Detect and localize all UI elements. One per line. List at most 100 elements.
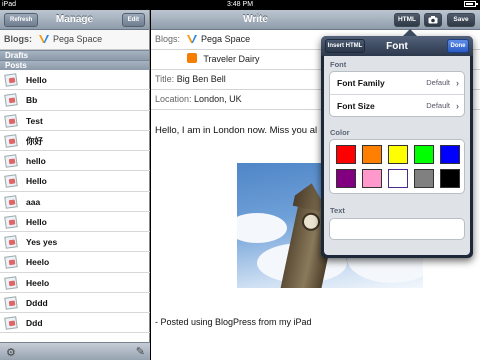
title-label: Title: [155, 74, 175, 84]
post-title: Test [26, 115, 43, 126]
post-title: Ddd [26, 318, 43, 328]
font-popover: Insert HTML Font Done Font Font Family D… [321, 29, 473, 258]
list-item[interactable]: Heelo [0, 252, 150, 273]
clock: 3:48 PM [226, 1, 254, 8]
gear-icon[interactable]: ⚙ [6, 346, 16, 359]
clock-face-icon [300, 211, 322, 233]
color-swatch[interactable] [440, 169, 460, 188]
list-item[interactable]: Yes yes [0, 232, 150, 253]
post-title: Yes yes [26, 237, 58, 247]
font-size-value: Default [426, 101, 450, 110]
post-body-text[interactable]: Hello, I am in London now. Miss you al [155, 125, 317, 136]
color-swatch[interactable] [336, 169, 356, 188]
color-swatch[interactable] [362, 169, 382, 188]
post-signature[interactable]: - Posted using BlogPress from my iPad [155, 317, 312, 327]
write-toolbar: Write HTML Save [151, 10, 480, 30]
post-title: Heelo [26, 257, 50, 268]
post-icon [4, 235, 18, 249]
post-title: Heelo [26, 277, 50, 288]
title-value: Big Ben Bell [176, 74, 226, 84]
post-icon [4, 113, 18, 128]
list-item[interactable]: Ddd [0, 313, 150, 334]
post-icon [4, 133, 18, 148]
write-title: Write [243, 14, 268, 25]
location-label: Location: [155, 94, 192, 104]
post-title: Hello [26, 176, 47, 187]
blog-option-2: Traveler Dairy [203, 54, 260, 64]
battery-icon [462, 1, 478, 8]
list-item[interactable]: Heelo [0, 273, 150, 293]
list-item[interactable]: Hello [0, 70, 150, 91]
font-size-row[interactable]: Font Size Default › [330, 94, 464, 116]
blogger-icon [187, 53, 197, 63]
font-group: Font Family Default › Font Size Default … [329, 71, 465, 117]
list-item[interactable]: Hello [0, 171, 150, 192]
list-item[interactable]: Dddd [0, 293, 150, 313]
color-swatch[interactable] [388, 145, 408, 164]
post-icon [4, 295, 18, 310]
list-item[interactable]: aaa [0, 192, 150, 212]
manage-toolbar: Refresh Manage Edit [0, 10, 149, 30]
text-input-field[interactable] [329, 218, 465, 240]
manage-bottom-toolbar: ⚙ ✎ [0, 342, 150, 360]
post-icon [4, 154, 18, 168]
status-bar: iPad 3:48 PM [0, 0, 480, 10]
location-value: London, UK [194, 94, 242, 104]
list-item[interactable]: Bb [0, 90, 150, 111]
post-icon [4, 316, 18, 330]
post-title: Hello [26, 75, 47, 85]
blog-selector[interactable]: Blogs: Pega Space [0, 30, 149, 50]
blog-name: Pega Space [53, 34, 103, 44]
list-item[interactable]: Hello [0, 212, 150, 232]
post-title: Bb [26, 95, 38, 106]
post-icon [4, 194, 18, 209]
post-icon [4, 255, 18, 270]
blog-option-1: Pega Space [201, 34, 251, 44]
color-swatch[interactable] [336, 145, 356, 164]
post-title: 你好 [26, 135, 44, 146]
color-swatch[interactable] [440, 145, 460, 164]
font-family-label: Font Family [337, 78, 385, 88]
color-group [329, 139, 465, 194]
list-item[interactable]: hello [0, 151, 150, 172]
popover-body: Font Font Family Default › Font Size Def… [324, 56, 470, 255]
color-section-label: Color [330, 128, 350, 137]
blogpress-logo-icon [38, 35, 49, 43]
compose-icon[interactable]: ✎ [136, 345, 145, 358]
post-icon [4, 93, 18, 108]
blogs-label: Blogs: [155, 34, 181, 44]
font-family-row[interactable]: Font Family Default › [330, 72, 464, 94]
html-button[interactable]: HTML [394, 13, 420, 27]
post-list: Hello Bb Test 你好 hello Hello aaa Hello Y… [0, 70, 150, 334]
color-swatch[interactable] [414, 145, 434, 164]
popover-header: Insert HTML Font Done [321, 36, 473, 56]
camera-icon [428, 16, 438, 24]
camera-button[interactable] [424, 13, 442, 27]
post-icon [4, 174, 18, 189]
save-button[interactable]: Save [447, 13, 475, 27]
color-swatch[interactable] [388, 169, 408, 188]
color-swatches [330, 140, 464, 193]
chevron-right-icon: › [456, 101, 459, 111]
color-swatch[interactable] [414, 169, 434, 188]
list-item[interactable]: Test [0, 111, 150, 131]
post-icon [4, 73, 18, 87]
post-title: Dddd [26, 297, 48, 308]
edit-button[interactable]: Edit [121, 13, 145, 27]
post-icon [4, 214, 18, 229]
font-size-label: Font Size [337, 101, 375, 111]
color-swatch[interactable] [362, 145, 382, 164]
posts-header: Posts [0, 60, 149, 70]
chevron-right-icon: › [456, 78, 459, 88]
text-section-label: Text [330, 206, 345, 215]
font-family-value: Default [426, 78, 450, 87]
post-title: hello [26, 156, 46, 166]
drafts-header[interactable]: Drafts [0, 50, 149, 60]
manage-pane: Refresh Manage Edit Blogs: Pega Space Dr… [0, 10, 150, 360]
list-item[interactable]: 你好 [0, 131, 150, 151]
post-icon [4, 275, 18, 290]
blogpress-logo-icon [186, 35, 197, 43]
blogs-label: Blogs: [4, 34, 32, 44]
font-section-label: Font [330, 60, 347, 69]
done-button[interactable]: Done [447, 39, 469, 53]
